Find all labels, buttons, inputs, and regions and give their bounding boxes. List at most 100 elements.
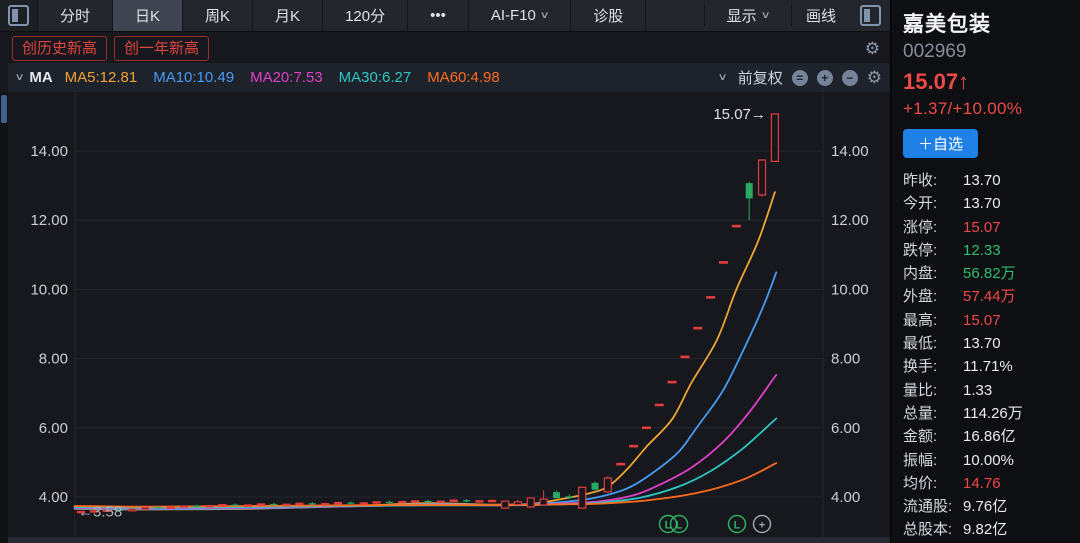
tagbar-settings-gear-icon[interactable]: ⚙ bbox=[865, 40, 880, 57]
ma-line-ma30 bbox=[75, 419, 777, 508]
stat-value: 13.70 bbox=[963, 192, 1001, 215]
stock-chart-app: 分时 日K 周K 月K 120分 •••AI-F10∨ 诊股 显示 ∨ 画线 创历史新高创一… bbox=[0, 0, 1080, 543]
add-marker-button[interactable]: + bbox=[754, 516, 771, 533]
kline-chart-area: 14.0014.0012.0012.0010.0010.008.008.006.… bbox=[0, 92, 890, 543]
collapse-left-panel-button[interactable] bbox=[0, 0, 38, 31]
tag-bar: 创历史新高创一年新高 ⚙ bbox=[8, 33, 890, 63]
expand-right-panel-button[interactable] bbox=[850, 5, 890, 26]
draw-line-button[interactable]: 画线 bbox=[791, 5, 850, 26]
display-dropdown-label: 显示 bbox=[727, 5, 757, 26]
tab-diagnose[interactable]: 诊股 bbox=[571, 0, 646, 31]
ma-group-label: MA bbox=[29, 69, 52, 86]
reset-zoom-button[interactable]: = bbox=[792, 70, 808, 86]
chevron-down-icon: ∨ bbox=[539, 10, 549, 21]
tab-more[interactable]: ••• bbox=[408, 0, 469, 31]
tab-daily-k[interactable]: 日K bbox=[113, 0, 183, 31]
candle bbox=[257, 503, 264, 506]
candle bbox=[309, 502, 316, 505]
zoom-in-button[interactable]: + bbox=[817, 70, 833, 86]
ma-line-ma60 bbox=[75, 463, 777, 507]
candle bbox=[219, 504, 226, 507]
tab-120min[interactable]: 120分 bbox=[323, 0, 408, 31]
stat-label: 跌停: bbox=[903, 239, 963, 262]
tab-label: 日K bbox=[135, 5, 160, 26]
candle bbox=[592, 481, 599, 490]
chevron-down-icon: ∨ bbox=[760, 10, 770, 21]
stat-row: 总股本:9.82亿 bbox=[903, 518, 1080, 541]
ma-legend-item: MA10:10.49 bbox=[153, 69, 234, 86]
stat-value: 9.82亿 bbox=[963, 518, 1007, 541]
left-edge-strip bbox=[0, 92, 8, 543]
tab-monthly-k[interactable]: 月K bbox=[253, 0, 323, 31]
stat-value: 13.70 bbox=[963, 169, 1001, 192]
tab-label: 120分 bbox=[345, 5, 385, 26]
stock-code: 002969 bbox=[903, 41, 1080, 63]
candle bbox=[322, 503, 329, 506]
zoom-out-button[interactable]: − bbox=[842, 70, 858, 86]
candle bbox=[553, 491, 560, 499]
stat-label: 振幅: bbox=[903, 449, 963, 472]
price-annotation: 15.07→ bbox=[713, 106, 766, 123]
stat-value: 16.86亿 bbox=[963, 425, 1016, 448]
candle bbox=[719, 261, 728, 264]
y-axis-label-right: 4.00 bbox=[831, 489, 860, 506]
candle bbox=[463, 499, 470, 502]
candle bbox=[680, 356, 689, 359]
stat-value: 57.44万 bbox=[963, 285, 1016, 308]
stat-value: 9.76亿 bbox=[963, 495, 1007, 518]
ma-line-ma5 bbox=[75, 192, 775, 509]
stat-value: 15.07 bbox=[963, 216, 1001, 239]
stat-label: 换手: bbox=[903, 355, 963, 378]
limit-marker-ll[interactable]: LL bbox=[660, 516, 688, 533]
stat-value: 114.26万 bbox=[963, 402, 1023, 425]
add-watchlist-button[interactable]: ＋自选 bbox=[903, 129, 978, 158]
candle bbox=[450, 499, 457, 502]
stat-row: 涨停:15.07 bbox=[903, 216, 1080, 239]
y-axis-label-left: 14.00 bbox=[30, 143, 68, 160]
left-scroll-notch bbox=[1, 95, 7, 123]
candle bbox=[476, 500, 483, 503]
stat-row: 内盘:56.82万 bbox=[903, 262, 1080, 285]
candle bbox=[412, 500, 419, 503]
price-change: +1.37/+10.00% bbox=[903, 99, 1080, 119]
last-price: 15.07↑ bbox=[903, 69, 1080, 95]
candle bbox=[746, 182, 753, 220]
candle bbox=[424, 500, 431, 503]
candle bbox=[771, 114, 778, 161]
stat-row: 换手:11.71% bbox=[903, 355, 1080, 378]
ma-legend-item: MA30:6.27 bbox=[339, 69, 412, 86]
candle bbox=[167, 506, 174, 509]
tab-label: 诊股 bbox=[593, 5, 623, 26]
stat-label: 量比: bbox=[903, 379, 963, 402]
tab-ai-f10[interactable]: AI-F10∨ bbox=[469, 0, 571, 31]
tab-weekly-k[interactable]: 周K bbox=[183, 0, 253, 31]
candle bbox=[296, 503, 303, 506]
stat-row: 量比:1.33 bbox=[903, 379, 1080, 402]
kline-chart-canvas[interactable]: 14.0014.0012.0012.0010.0010.008.008.006.… bbox=[0, 92, 890, 543]
candle bbox=[283, 504, 290, 507]
limit-marker-l[interactable]: L bbox=[729, 516, 746, 533]
y-axis-label-right: 10.00 bbox=[831, 281, 869, 298]
candle bbox=[142, 507, 149, 510]
svg-text:+: + bbox=[759, 520, 765, 532]
tab-label: 月K bbox=[275, 5, 300, 26]
stat-value: 56.82万 bbox=[963, 262, 1016, 285]
adjust-mode-dropdown[interactable]: ∨ 前复权 bbox=[719, 67, 782, 88]
svg-text:L: L bbox=[676, 520, 683, 532]
toolbar-right: 显示 ∨ 画线 bbox=[704, 0, 890, 31]
candle bbox=[616, 463, 625, 466]
ma-line-ma10 bbox=[75, 272, 777, 509]
candle bbox=[245, 504, 252, 507]
tab-minute[interactable]: 分时 bbox=[38, 0, 113, 31]
stat-row: 最低:13.70 bbox=[903, 332, 1080, 355]
y-axis-label-right: 6.00 bbox=[831, 420, 860, 437]
panel-right-icon bbox=[860, 5, 881, 26]
stat-label: 涨停: bbox=[903, 216, 963, 239]
chart-settings-gear-icon[interactable]: ⚙ bbox=[867, 69, 882, 86]
y-axis-label-left: 4.00 bbox=[39, 489, 68, 506]
ma-collapse-chevron-icon[interactable]: ∨ bbox=[15, 72, 25, 83]
stat-label: 最低: bbox=[903, 332, 963, 355]
display-dropdown[interactable]: 显示 ∨ bbox=[704, 5, 791, 26]
stat-label: 外盘: bbox=[903, 285, 963, 308]
ma-legend-item: MA20:7.53 bbox=[250, 69, 323, 86]
